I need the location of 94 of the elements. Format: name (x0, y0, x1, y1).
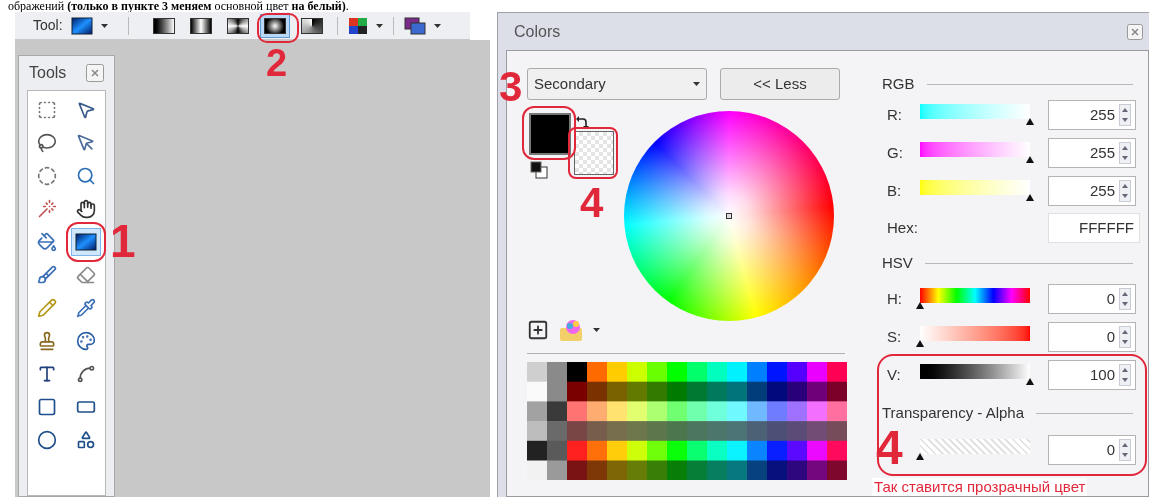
mode-dropdown[interactable]: Secondary (527, 68, 707, 100)
channel-label: V: (886, 364, 902, 385)
number-field[interactable]: 100 (1048, 360, 1136, 390)
spinner-icon (1119, 439, 1131, 461)
number-field[interactable]: 255 (1048, 100, 1136, 130)
gradient-swatch-icon (152, 17, 175, 34)
pencil-icon (37, 297, 58, 318)
color-mode-dropdown[interactable] (347, 16, 383, 35)
palette-menu-button[interactable] (559, 318, 600, 342)
number-field[interactable]: 255 (1048, 138, 1136, 168)
window-title: Colors (514, 21, 561, 42)
highlight-ring (522, 106, 576, 160)
gradient-swatch-icon (300, 17, 323, 34)
tool-button[interactable] (70, 227, 101, 256)
channel-label: B: (886, 180, 903, 201)
hex-field[interactable]: FFFFFF (1048, 213, 1140, 243)
channel-label: S: (886, 326, 903, 347)
secondary-color-swatch[interactable] (574, 131, 614, 175)
color-mode-icon (347, 16, 368, 35)
section-heading: Transparency - Alpha (882, 402, 1025, 423)
slider-thumb[interactable] (916, 453, 924, 460)
reset-colors-icon[interactable] (530, 161, 548, 179)
caret-icon (593, 328, 600, 332)
number-field[interactable]: 0 (1048, 284, 1136, 314)
gradient-swatch-icon (263, 17, 286, 34)
caret-icon (693, 82, 700, 86)
shapes-icon (75, 429, 96, 450)
hex-label: Hex: (886, 217, 918, 238)
annotation-number: 2 (266, 44, 288, 82)
recolor-icon (75, 330, 96, 351)
highlight-ring (66, 222, 106, 262)
number-field[interactable]: 0 (1048, 322, 1136, 352)
number-field[interactable]: 0 (1048, 435, 1136, 465)
caret-icon (100, 23, 108, 28)
outline-cursor-icon (75, 132, 96, 153)
tool-dropdown[interactable] (70, 16, 108, 35)
magic-wand-icon (37, 198, 58, 219)
less-button[interactable]: << Less (720, 68, 840, 100)
add-color-icon[interactable] (527, 319, 549, 341)
gradient-icon (70, 16, 93, 35)
dashed-circle-icon (37, 165, 58, 186)
gradient-swatch-icon (226, 17, 249, 34)
hand-icon (75, 198, 96, 219)
number-field[interactable]: 255 (1048, 176, 1136, 206)
paint-bucket-icon (37, 231, 58, 252)
layers-icon (403, 16, 426, 35)
stamp-icon (37, 330, 58, 351)
ellipse-icon (37, 429, 58, 450)
slider-thumb[interactable] (1026, 156, 1034, 163)
toolbar-label: Tool: (33, 16, 63, 35)
slider-thumb[interactable] (1026, 118, 1034, 125)
highlight-ring (257, 13, 299, 43)
caret-icon (375, 23, 383, 28)
lasso-icon (37, 132, 58, 153)
zoom-icon (75, 165, 96, 186)
panel-title: Tools (29, 63, 67, 83)
gradient-icon (74, 232, 97, 251)
annotation-caption: Так ставится прозрачный цвет (872, 478, 1088, 496)
caret-icon (433, 23, 441, 28)
slider-thumb[interactable] (1026, 194, 1034, 201)
spinner-icon (1119, 288, 1131, 310)
slider-thumb[interactable] (1026, 378, 1034, 385)
channel-label: G: (886, 142, 904, 163)
close-icon[interactable] (1127, 23, 1143, 40)
primary-color-swatch[interactable] (529, 113, 571, 155)
channel-label: R: (886, 104, 903, 125)
slider-thumb[interactable] (916, 340, 924, 347)
section-heading: HSV (882, 252, 913, 273)
close-icon[interactable] (86, 64, 104, 82)
section-heading: RGB (882, 73, 915, 94)
pipette-icon (75, 297, 96, 318)
curve-icon (75, 363, 96, 384)
spinner-icon (1119, 142, 1131, 164)
annotation-number: 4 (580, 182, 604, 224)
gradient-type-button[interactable] (259, 13, 290, 38)
spinner-icon (1119, 104, 1131, 126)
swap-icon[interactable] (575, 116, 589, 130)
annotation-number: 1 (110, 218, 136, 264)
color-palette-drawing[interactable] (527, 362, 847, 480)
spinner-icon (1119, 180, 1131, 202)
channel-label: H: (886, 288, 903, 309)
spinner-icon (1119, 326, 1131, 348)
dashed-square-icon (37, 99, 58, 120)
gradient-swatch-icon (189, 17, 212, 34)
palette-folder-icon (559, 318, 585, 342)
rectangle-icon (37, 396, 58, 417)
paintbrush-icon (37, 264, 58, 285)
slider-thumb[interactable] (916, 302, 924, 309)
spinner-icon (1119, 364, 1131, 386)
annotation-number: 3 (499, 66, 523, 108)
blend-mode-dropdown[interactable] (403, 16, 441, 35)
eraser-icon (75, 264, 96, 285)
instruction-text: ображений (только в пункте 3 меняем основной цвет на белый). (8, 0, 349, 12)
highlight-ring (568, 127, 618, 179)
